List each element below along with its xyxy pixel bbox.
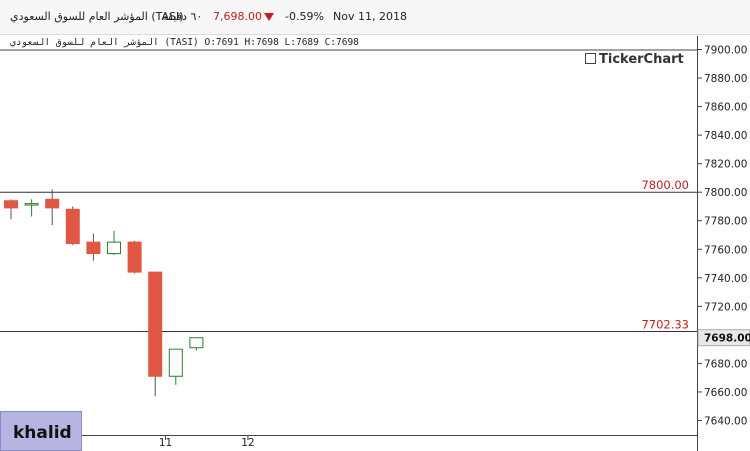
y-tick-label: 7740.00 xyxy=(704,273,747,285)
bearish-candle[interactable] xyxy=(45,198,60,209)
y-tick-label: 7680.00 xyxy=(704,358,747,370)
bullish-candle[interactable] xyxy=(189,337,204,349)
horizontal-line-label: 7702.33 xyxy=(641,318,689,332)
watermark-badge: khalid xyxy=(0,411,82,451)
y-tick-label: 7840.00 xyxy=(704,130,747,142)
bullish-candle[interactable] xyxy=(107,241,121,255)
bearish-candle[interactable] xyxy=(148,271,163,377)
bearish-candle[interactable] xyxy=(86,241,101,255)
watermark-text: khalid xyxy=(13,423,72,443)
y-tick-label: 7780.00 xyxy=(704,216,747,228)
bearish-candle[interactable] xyxy=(4,200,18,209)
x-tick-label: 12 xyxy=(241,437,254,449)
x-tick-label: 11 xyxy=(159,437,172,449)
y-tick-label: 7800.00 xyxy=(704,187,747,199)
y-tick-label: 7820.00 xyxy=(704,159,747,171)
bullish-candle[interactable] xyxy=(24,203,39,206)
bearish-candle[interactable] xyxy=(127,241,142,273)
y-tick-label: 7860.00 xyxy=(704,102,747,114)
bearish-candle[interactable] xyxy=(65,208,80,245)
y-tick-label: 7660.00 xyxy=(704,387,747,399)
y-tick-label: 7760.00 xyxy=(704,244,747,256)
y-tick-label: 7720.00 xyxy=(704,301,747,313)
bullish-candle[interactable] xyxy=(168,348,183,377)
y-tick-label: 7880.00 xyxy=(704,73,747,85)
y-tick-label: 7900.00 xyxy=(704,45,747,57)
horizontal-line-label: 7800.00 xyxy=(641,178,689,192)
last-price-tag-label: 7698.00 xyxy=(704,333,750,345)
candlestick-chart[interactable]: 7640.007660.007680.007700.007720.007740.… xyxy=(0,0,750,451)
y-tick-label: 7640.00 xyxy=(704,416,747,428)
